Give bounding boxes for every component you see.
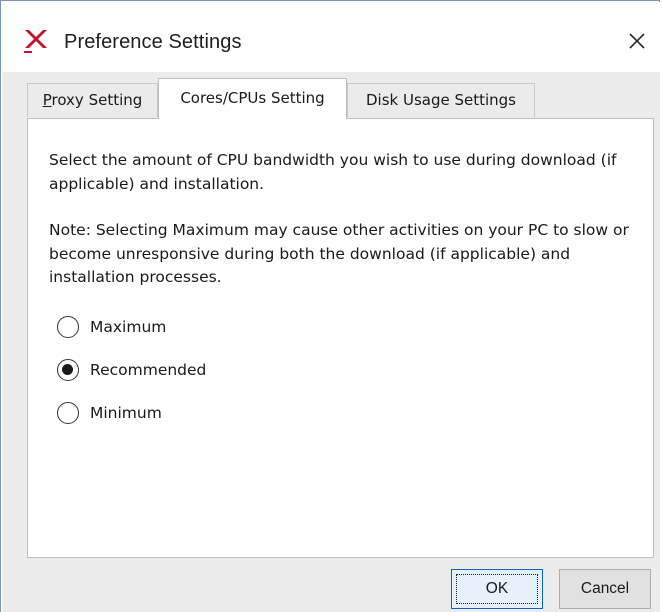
tab-proxy-label-rest: roxy Setting — [51, 91, 143, 109]
cancel-button-label: Cancel — [580, 580, 630, 597]
cancel-button[interactable]: Cancel — [559, 569, 651, 609]
radio-button[interactable] — [57, 316, 79, 338]
close-button[interactable] — [620, 24, 654, 58]
radio-label-minimum: Minimum — [90, 404, 162, 422]
description-text: Select the amount of CPU bandwidth you w… — [49, 151, 617, 193]
tab-proxy-mnemonic: P — [42, 91, 52, 109]
close-icon — [629, 33, 645, 49]
tab-disk-usage-settings[interactable]: Disk Usage Settings — [347, 83, 535, 117]
note-text: Note: Selecting Maximum may cause other … — [49, 221, 629, 286]
title-bar: Preference Settings — [2, 2, 660, 72]
tab-cores-cpus-setting[interactable]: Cores/CPUs Setting — [158, 78, 347, 119]
radio-dot — [62, 364, 73, 375]
xilinx-logo-icon — [24, 30, 47, 53]
radio-button[interactable] — [57, 402, 79, 424]
tab-proxy-label: Proxy Setting — [43, 91, 143, 109]
tab-cores-label: Cores/CPUs Setting — [180, 89, 325, 107]
radio-button[interactable] — [57, 359, 79, 381]
radio-label-recommended: Recommended — [90, 361, 207, 379]
ok-button[interactable]: OK — [451, 569, 543, 609]
window-title: Preference Settings — [64, 31, 242, 53]
radio-label-maximum: Maximum — [90, 318, 167, 336]
tab-proxy-setting[interactable]: Proxy Setting — [27, 83, 158, 117]
tab-panel-cores: Select the amount of CPU bandwidth you w… — [27, 118, 654, 558]
dialog-window: Preference Settings Proxy Setting Cores/… — [0, 0, 660, 612]
ok-button-label: OK — [485, 580, 509, 597]
tab-disk-label: Disk Usage Settings — [365, 91, 516, 109]
